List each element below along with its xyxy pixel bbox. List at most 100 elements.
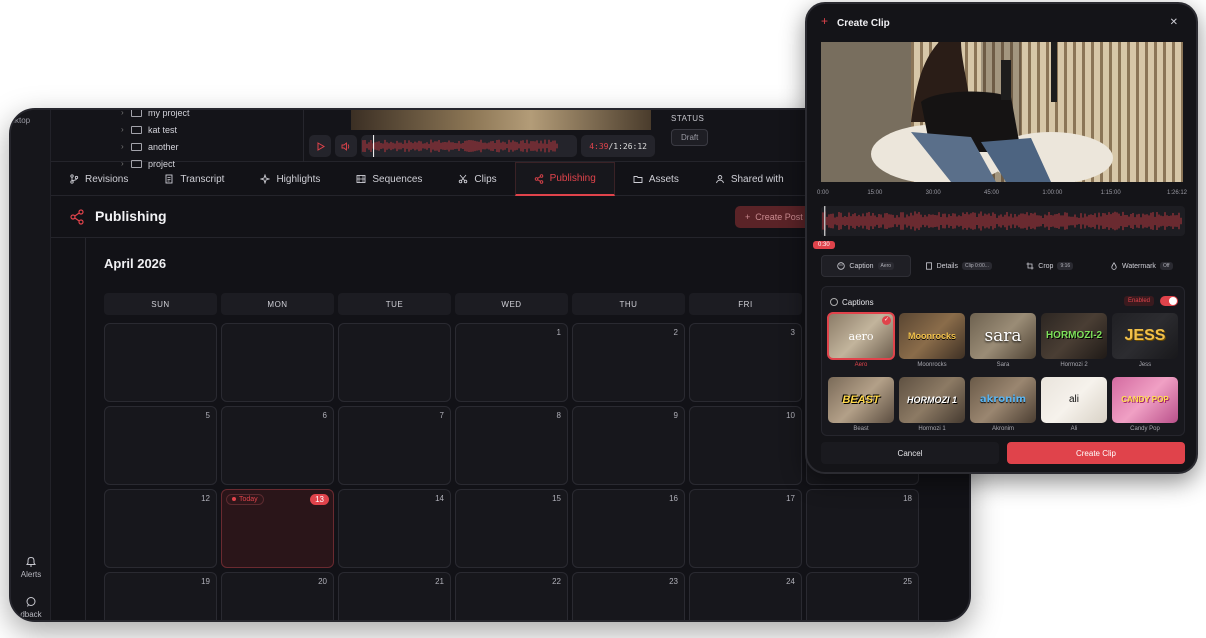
- caption-style-grid: aero ✓ Aero Moonrocks Moonrocks sara Sara HORMO…: [827, 312, 1178, 437]
- tab-highlights[interactable]: Highlights: [242, 162, 338, 196]
- calendar-day-cell[interactable]: 15: [455, 489, 568, 568]
- tab-label: Publishing: [549, 173, 596, 184]
- calendar-day-cell[interactable]: [221, 323, 334, 402]
- caption-style-preview: BEAST: [828, 377, 894, 423]
- calendar-day-cell[interactable]: 18: [806, 489, 919, 568]
- captions-toggle[interactable]: [1160, 296, 1178, 306]
- weekday-label: WED: [455, 293, 568, 315]
- day-number: 24: [786, 577, 795, 586]
- caption-preview-text: HORMOZI-2: [1045, 330, 1103, 341]
- tab-assets[interactable]: Assets: [615, 162, 697, 196]
- tab-publishing[interactable]: Publishing: [514, 162, 615, 196]
- timeline-ruler: 0:00 15:00 30:00 45:00 1:00:00 1:15:00 1:26:12: [817, 190, 1187, 202]
- tab-watermark[interactable]: Watermark Off: [1098, 255, 1186, 277]
- tab-crop[interactable]: Crop 9:16: [1006, 255, 1094, 277]
- cancel-button[interactable]: Cancel: [821, 442, 999, 464]
- tab-label: Crop: [1038, 262, 1054, 270]
- calendar-day-cell[interactable]: 16: [572, 489, 685, 568]
- caption-style-option[interactable]: akronim Akronim: [970, 377, 1036, 437]
- day-number: 15: [552, 494, 561, 503]
- caption-style-option[interactable]: CANDY POP Candy Pop: [1112, 377, 1178, 437]
- tab-label: Caption: [849, 262, 874, 270]
- calendar-day-cell[interactable]: 12: [104, 489, 217, 568]
- calendar-day-cell[interactable]: 17: [689, 489, 802, 568]
- folder-icon: [633, 176, 643, 183]
- calendar-day-cell[interactable]: [338, 323, 451, 402]
- tab-label: Revisions: [85, 173, 129, 185]
- caption-style-option[interactable]: HORMOZI 1 Hormozi 1: [899, 377, 965, 437]
- volume-button[interactable]: [335, 135, 357, 157]
- tab-caption[interactable]: Caption Aero: [821, 255, 911, 277]
- tree-item[interactable]: › my project: [121, 110, 351, 121]
- tab-revisions[interactable]: Revisions: [51, 162, 146, 196]
- status-section: STATUS Draft: [671, 114, 709, 146]
- caption-style-name: Sara: [996, 362, 1010, 368]
- caption-style-option[interactable]: HORMOZI-2 Hormozi 2: [1041, 313, 1107, 373]
- day-number: 16: [669, 494, 678, 503]
- caption-preview-text: ali: [1068, 394, 1079, 405]
- tab-details[interactable]: Details Clip 0:00...: [915, 255, 1003, 277]
- calendar-day-cell[interactable]: 19: [104, 572, 217, 620]
- tab-sequences[interactable]: Sequences: [338, 162, 440, 196]
- calendar-day-cell[interactable]: 24: [689, 572, 802, 620]
- calendar-day-cell[interactable]: 23: [572, 572, 685, 620]
- caption-style-name: Akronim: [991, 426, 1014, 432]
- calendar-day-cell[interactable]: 8: [455, 406, 568, 485]
- caption-style-option[interactable]: ali Ali: [1041, 377, 1107, 437]
- tab-transcript[interactable]: Transcript: [146, 162, 242, 196]
- caption-style-option[interactable]: aero ✓ Aero: [827, 312, 895, 373]
- share-icon: [70, 209, 84, 225]
- caption-style-name: Moonrocks: [917, 362, 947, 368]
- calendar-day-cell[interactable]: 7: [338, 406, 451, 485]
- feedback-button[interactable]: dback: [11, 596, 51, 619]
- caption-style-preview: akronim: [970, 377, 1036, 423]
- day-number: 1: [556, 328, 561, 337]
- close-icon[interactable]: ✕: [1170, 17, 1178, 28]
- weekday-label: TUE: [338, 293, 451, 315]
- calendar-day-cell[interactable]: 13 Today: [221, 489, 334, 568]
- calendar-day-cell[interactable]: 20: [221, 572, 334, 620]
- play-button[interactable]: [309, 135, 331, 157]
- calendar-day-cell[interactable]: 2: [572, 323, 685, 402]
- playhead-time[interactable]: 0:30: [813, 241, 835, 249]
- alerts-button[interactable]: Alerts: [11, 556, 51, 579]
- create-clip-button[interactable]: Create Clip: [1007, 442, 1185, 464]
- rail-desktop-label[interactable]: sktop: [11, 116, 30, 125]
- tab-shared-with[interactable]: Shared with: [697, 162, 802, 196]
- calendar-day-cell[interactable]: 5: [104, 406, 217, 485]
- tab-label: Highlights: [276, 173, 321, 185]
- status-badge[interactable]: Draft: [671, 129, 709, 146]
- caption-style-option[interactable]: sara Sara: [970, 313, 1036, 373]
- ruler-tick-label: 30:00: [925, 190, 941, 196]
- calendar-day-cell[interactable]: [104, 323, 217, 402]
- ruler-tick-label: 1:00:00: [1042, 190, 1063, 196]
- calendar-day-cell[interactable]: 25: [806, 572, 919, 620]
- wall-slat: [1127, 42, 1130, 182]
- clip-video-preview[interactable]: [821, 42, 1183, 182]
- calendar-day-cell[interactable]: 21: [338, 572, 451, 620]
- waveform-scrubber[interactable]: [361, 135, 578, 157]
- clip-waveform-scrubber[interactable]: [821, 206, 1185, 236]
- day-number: 5: [205, 411, 210, 420]
- tab-pill: 9:16: [1057, 262, 1074, 270]
- calendar-day-cell[interactable]: 10: [689, 406, 802, 485]
- caption-style-option[interactable]: BEAST Beast: [828, 377, 894, 437]
- scissors-icon: [459, 174, 468, 184]
- share-icon: [534, 173, 543, 184]
- tab-clips[interactable]: Clips: [440, 162, 514, 196]
- stage: sktop Alerts dback › my project › kat test…: [0, 0, 1206, 638]
- calendar-day-cell[interactable]: 14: [338, 489, 451, 568]
- ruler-tick-label: 45:00: [984, 190, 1000, 196]
- calendar-day-cell[interactable]: 9: [572, 406, 685, 485]
- calendar-day-cell[interactable]: 1: [455, 323, 568, 402]
- calendar-day-cell[interactable]: 6: [221, 406, 334, 485]
- user-icon: [715, 175, 724, 184]
- wall-slat: [1181, 42, 1183, 182]
- enabled-badge: Enabled: [1123, 296, 1154, 306]
- calendar-day-cell[interactable]: 22: [455, 572, 568, 620]
- day-number: 2: [673, 328, 678, 337]
- caption-style-option[interactable]: Moonrocks Moonrocks: [899, 313, 965, 373]
- caption-preview-text: akronim: [979, 394, 1027, 405]
- caption-style-option[interactable]: JESS Jess: [1112, 313, 1178, 373]
- calendar-day-cell[interactable]: 3: [689, 323, 802, 402]
